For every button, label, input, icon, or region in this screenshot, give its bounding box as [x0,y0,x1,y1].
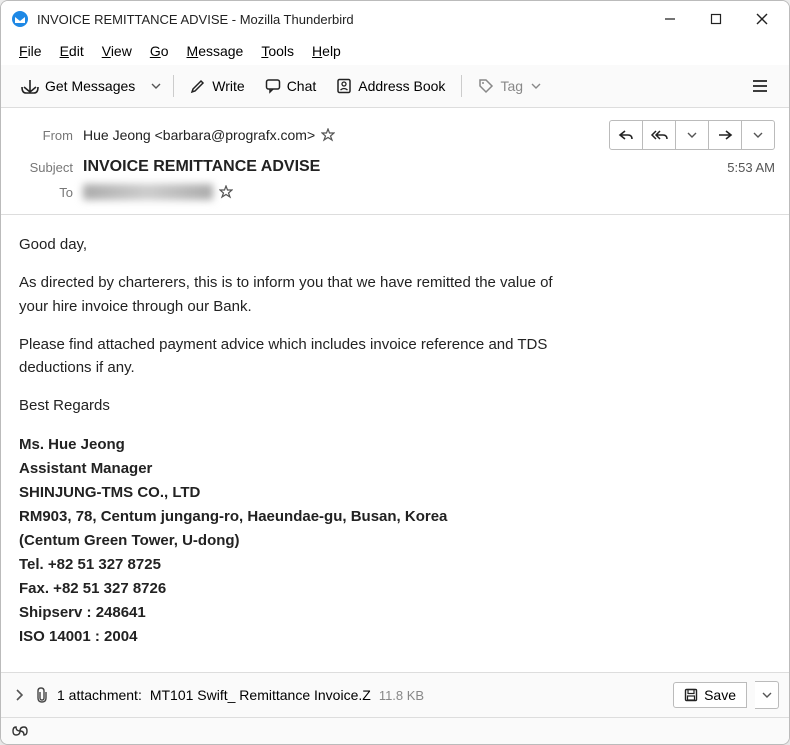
close-button[interactable] [739,1,785,37]
from-label: From [15,128,73,143]
separator [173,75,174,97]
signature-company: SHINJUNG-TMS CO., LTD [19,481,771,505]
address-book-button[interactable]: Address Book [326,72,455,100]
header-actions [609,120,775,150]
signature-address: RM903, 78, Centum jungang-ro, Haeundae-g… [19,505,771,529]
address-book-icon [336,78,352,94]
get-messages-button[interactable]: Get Messages [11,72,145,100]
more-dropdown[interactable] [741,120,775,150]
to-label: To [15,185,73,200]
menu-edit[interactable]: Edit [52,39,92,63]
attachment-size: 11.8 KB [379,688,424,703]
subject-value: INVOICE REMITTANCE ADVISE [83,158,727,176]
star-icon[interactable] [219,185,233,199]
app-menu-button[interactable] [741,73,779,99]
tag-icon [478,78,494,94]
reply-all-button[interactable] [642,120,676,150]
menu-help[interactable]: Help [304,39,349,63]
body-paragraph: As directed by charterers, this is to in… [19,271,579,318]
write-label: Write [212,78,244,94]
signature-address2: (Centum Green Tower, U-dong) [19,529,771,553]
separator [461,75,462,97]
attachment-count: 1 attachment: [57,687,142,703]
maximize-button[interactable] [693,1,739,37]
titlebar: INVOICE REMITTANCE ADVISE - Mozilla Thun… [1,1,789,37]
signature-iso: ISO 14001 : 2004 [19,625,771,649]
signature-name: Ms. Hue Jeong [19,433,771,457]
menubar: File Edit View Go Message Tools Help [1,37,789,65]
reply-all-dropdown[interactable] [675,120,709,150]
thunderbird-icon [11,10,29,28]
menu-go[interactable]: Go [142,39,177,63]
chat-button[interactable]: Chat [255,72,327,100]
menu-message[interactable]: Message [179,39,252,63]
write-button[interactable]: Write [180,72,254,100]
signature-shipserv: Shipserv : 248641 [19,601,771,625]
app-window: INVOICE REMITTANCE ADVISE - Mozilla Thun… [0,0,790,745]
attachments-bar: 1 attachment: MT101 Swift_ Remittance In… [1,672,789,717]
from-value[interactable]: Hue Jeong <barbara@prografx.com> [83,127,609,143]
save-dropdown[interactable] [755,681,779,709]
hamburger-icon [751,79,769,93]
message-time: 5:53 AM [727,160,775,175]
signature-fax: Fax. +82 51 327 8726 [19,577,771,601]
message-body: Good day, As directed by charterers, thi… [1,215,789,672]
statusbar [1,717,789,744]
tag-label: Tag [500,78,523,94]
menu-view[interactable]: View [94,39,140,63]
activity-icon[interactable] [11,724,29,738]
paperclip-icon [35,687,49,703]
chevron-right-icon[interactable] [11,685,27,705]
get-messages-dropdown[interactable] [145,71,167,101]
star-icon[interactable] [321,128,335,142]
menu-file[interactable]: File [11,39,50,63]
attachment-filename[interactable]: MT101 Swift_ Remittance Invoice.Z [150,687,371,703]
menu-tools[interactable]: Tools [253,39,302,63]
subject-label: Subject [15,160,73,175]
body-regards: Best Regards [19,394,771,417]
address-book-label: Address Book [358,78,445,94]
window-controls [647,1,785,37]
message-headers: From Hue Jeong <barbara@prografx.com> [1,108,789,215]
signature-title: Assistant Manager [19,457,771,481]
reply-button[interactable] [609,120,643,150]
tag-button[interactable]: Tag [468,72,551,100]
window-title: INVOICE REMITTANCE ADVISE - Mozilla Thun… [37,12,647,27]
get-messages-label: Get Messages [45,78,135,94]
save-icon [684,688,698,702]
save-label: Save [704,687,736,703]
redacted-recipient [83,184,213,200]
body-greeting: Good day, [19,233,771,256]
toolbar: Get Messages Write Chat Address Book [1,65,789,108]
save-attachment-button[interactable]: Save [673,682,747,708]
chat-icon [265,78,281,94]
chat-label: Chat [287,78,317,94]
signature-tel: Tel. +82 51 327 8725 [19,553,771,577]
pencil-icon [190,78,206,94]
to-value[interactable] [83,184,775,200]
forward-button[interactable] [708,120,742,150]
body-paragraph: Please find attached payment advice whic… [19,333,589,380]
minimize-button[interactable] [647,1,693,37]
download-icon [21,78,39,94]
